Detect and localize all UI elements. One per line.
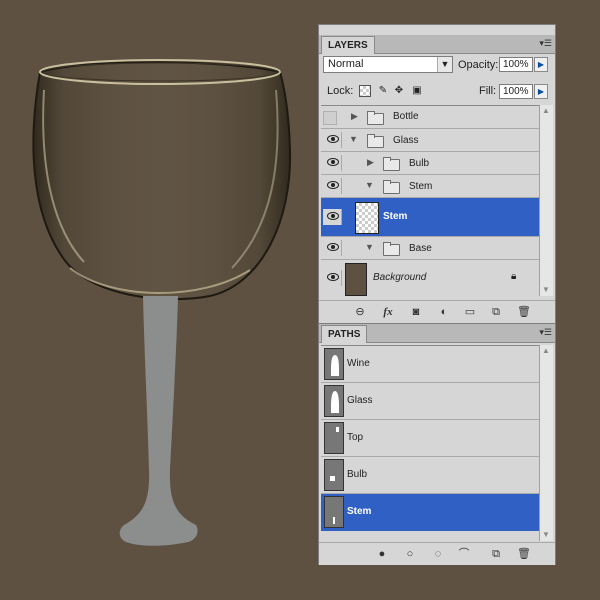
- layer-row-background[interactable]: Background 🔒︎: [321, 260, 539, 297]
- path-list: Wine Glass Top Bulb Stem: [321, 345, 539, 531]
- layer-thumbnail: [345, 263, 367, 296]
- path-thumbnail: [324, 348, 344, 380]
- layers-panel: LAYERS ▾☰ Normal ▼ Opacity: 100% ▶ Lock:…: [318, 24, 556, 323]
- paths-footer: ● ○ ◌ ⌒ ⧉ 🗑︎: [319, 542, 555, 565]
- folder-icon: [367, 111, 384, 125]
- paths-tabbar: PATHS ▾☰: [319, 324, 555, 343]
- tab-layers[interactable]: LAYERS: [321, 36, 375, 54]
- path-thumbnail: [324, 459, 344, 491]
- eye-icon[interactable]: [323, 270, 342, 286]
- lock-icon: 🔒︎: [511, 271, 517, 282]
- folder-icon: [367, 134, 384, 148]
- opacity-label: Opacity:: [458, 59, 499, 71]
- layer-row-stem[interactable]: Stem: [321, 198, 539, 237]
- layer-name: Bottle: [393, 111, 419, 122]
- eye-icon[interactable]: [323, 132, 342, 148]
- layer-row-bulb[interactable]: ▶ Bulb: [321, 152, 539, 175]
- layers-tabbar: LAYERS ▾☰: [319, 35, 555, 54]
- lock-all-icon[interactable]: ▣: [411, 85, 423, 97]
- panel-menu-icon[interactable]: ▾☰: [539, 327, 552, 338]
- fill-label: Fill:: [479, 85, 497, 97]
- eye-icon[interactable]: [323, 240, 342, 256]
- eye-icon[interactable]: [323, 178, 342, 194]
- path-row-glass[interactable]: Glass: [321, 383, 539, 420]
- scroll-up-icon[interactable]: ▲: [541, 346, 551, 356]
- path-row-wine[interactable]: Wine: [321, 346, 539, 383]
- path-name: Bulb: [347, 469, 368, 480]
- load-selection-icon[interactable]: ◌: [431, 547, 445, 561]
- layer-name: Base: [409, 243, 432, 254]
- layer-name: Stem: [409, 181, 433, 192]
- panel-menu-icon[interactable]: ▾☰: [539, 38, 552, 49]
- paths-scrollbar[interactable]: ▲ ▼: [539, 345, 553, 541]
- opacity-field[interactable]: 100%: [499, 57, 533, 72]
- blend-mode-value: Normal: [328, 58, 364, 70]
- path-name: Stem: [347, 506, 372, 517]
- adjustment-icon[interactable]: ◐: [437, 305, 451, 319]
- layers-footer: ⊖ fx ◙ ◐ ▭ ⧉ 🗑︎: [319, 300, 555, 323]
- fx-icon[interactable]: fx: [381, 305, 395, 319]
- expanded-triangle-icon[interactable]: ▼: [365, 242, 374, 252]
- layer-row-glass[interactable]: ▼ Glass: [321, 129, 539, 152]
- trash-icon[interactable]: 🗑︎: [517, 305, 531, 319]
- expanded-triangle-icon[interactable]: ▼: [349, 134, 358, 144]
- fill-path-icon[interactable]: ●: [375, 547, 389, 561]
- visibility-toggle[interactable]: [323, 111, 337, 125]
- layer-row-base[interactable]: ▼ Base: [321, 237, 539, 260]
- stroke-path-icon[interactable]: ○: [403, 547, 417, 561]
- tab-paths[interactable]: PATHS: [321, 325, 368, 343]
- folder-icon: [383, 242, 400, 256]
- make-path-icon[interactable]: ⌒: [457, 547, 471, 561]
- expanded-triangle-icon[interactable]: ▼: [365, 180, 374, 190]
- fill-slider-button[interactable]: ▶: [534, 84, 548, 99]
- lock-transparent-icon[interactable]: [359, 85, 371, 97]
- layers-scrollbar[interactable]: ▲ ▼: [539, 105, 553, 296]
- path-thumbnail: [324, 385, 344, 417]
- layer-thumbnail: [355, 202, 379, 234]
- path-name: Glass: [347, 395, 373, 406]
- layer-name: Bulb: [409, 158, 430, 169]
- scroll-down-icon[interactable]: ▼: [541, 285, 551, 295]
- trash-icon[interactable]: 🗑︎: [517, 547, 531, 561]
- paths-panel: PATHS ▾☰ Wine Glass Top Bulb Stem ▲ ▼ ● …: [318, 323, 556, 565]
- new-group-icon[interactable]: ▭: [463, 305, 477, 319]
- layer-row-bottle[interactable]: ▶ Bottle: [321, 106, 539, 129]
- blend-mode-select[interactable]: Normal ▼: [323, 56, 453, 73]
- collapsed-triangle-icon[interactable]: ▶: [351, 111, 358, 122]
- scroll-down-icon[interactable]: ▼: [541, 530, 551, 540]
- layer-name: Background: [373, 272, 427, 283]
- new-layer-icon[interactable]: ⧉: [489, 305, 503, 319]
- path-row-top[interactable]: Top: [321, 420, 539, 457]
- layer-row-stem-group[interactable]: ▼ Stem: [321, 175, 539, 198]
- path-row-stem[interactable]: Stem: [321, 494, 539, 531]
- new-path-icon[interactable]: ⧉: [489, 547, 503, 561]
- chevron-down-icon[interactable]: ▼: [437, 57, 452, 72]
- lock-label: Lock:: [327, 85, 354, 97]
- opacity-slider-button[interactable]: ▶: [534, 57, 548, 72]
- folder-icon: [383, 180, 400, 194]
- path-name: Wine: [347, 358, 370, 369]
- eye-icon[interactable]: [323, 155, 342, 171]
- link-icon[interactable]: ⊖: [353, 305, 367, 319]
- scroll-up-icon[interactable]: ▲: [541, 106, 551, 116]
- collapsed-triangle-icon[interactable]: ▶: [367, 157, 374, 168]
- fill-field[interactable]: 100%: [499, 84, 533, 99]
- layer-name: Glass: [393, 135, 419, 146]
- document-canvas[interactable]: [0, 0, 318, 600]
- path-thumbnail: [324, 496, 344, 528]
- path-thumbnail: [324, 422, 344, 454]
- path-row-bulb[interactable]: Bulb: [321, 457, 539, 494]
- layer-list: ▶ Bottle ▼ Glass ▶ Bulb ▼ Stem Stem ▼ Ba…: [321, 105, 539, 297]
- mask-icon[interactable]: ◙: [409, 305, 423, 319]
- lock-paint-icon[interactable]: ✎: [377, 85, 389, 97]
- folder-icon: [383, 157, 400, 171]
- path-name: Top: [347, 432, 364, 443]
- eye-icon[interactable]: [323, 209, 342, 225]
- glass-bowl: [32, 61, 292, 301]
- layer-name: Stem: [383, 211, 408, 222]
- lock-position-icon[interactable]: ✥: [393, 85, 405, 97]
